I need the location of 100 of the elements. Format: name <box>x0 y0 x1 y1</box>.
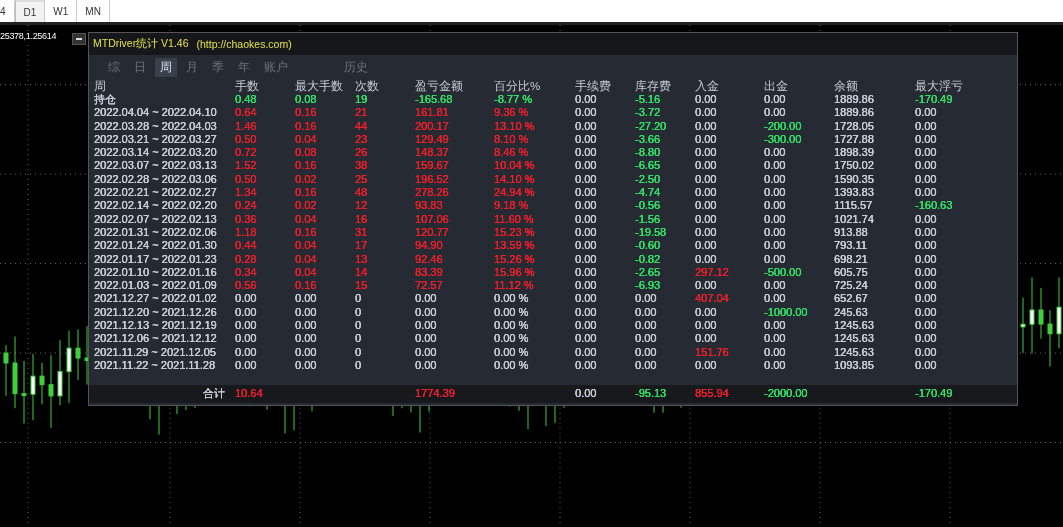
table-cell: 0.00 <box>695 305 717 320</box>
period-tab[interactable]: 季 <box>207 58 229 77</box>
table-cell: 0.34 <box>235 265 257 280</box>
timeframe-tab[interactable]: 4 <box>0 0 15 22</box>
table-cell: 0.48 <box>235 93 257 107</box>
table-cell: 1.52 <box>235 159 257 173</box>
table-cell: 107.06 <box>415 212 449 226</box>
period-tab[interactable]: 账户 <box>259 58 293 77</box>
table-cell: 0.08 <box>295 146 317 160</box>
table-cell: 1889.86 <box>834 93 874 107</box>
table-cell: 0.00 <box>695 146 717 160</box>
table-cell: 0.00 <box>635 292 657 306</box>
table-cell: 1245.63 <box>834 319 874 333</box>
table-cell: 0.00 <box>295 319 317 333</box>
table-cell: -0.82 <box>635 252 661 266</box>
table-cell: 0.00 <box>915 146 937 160</box>
table-cell: 0 <box>355 358 362 373</box>
period-tab[interactable]: 综 <box>103 58 125 77</box>
table-cell: 0.00 <box>235 319 257 333</box>
table-cell: 8.10 % <box>494 132 529 147</box>
table-cell: 0 <box>355 292 362 306</box>
table-cell: 0.04 <box>295 265 317 280</box>
table-cell: 0.50 <box>235 172 257 187</box>
table-cell: 38 <box>355 159 368 173</box>
table-cell: 0.00 <box>915 252 937 266</box>
table-cell: 0.16 <box>295 159 317 173</box>
table-cell: 0.00 <box>415 319 437 333</box>
period-cell: 2022.03.28 ~ 2022.04.03 <box>94 119 217 133</box>
table-cell: 120.77 <box>415 225 449 240</box>
table-cell: 1889.86 <box>834 106 874 120</box>
table-cell: 0.00 <box>575 252 597 266</box>
table-cell: 1.46 <box>235 119 257 133</box>
table-cell: 407.04 <box>695 292 729 306</box>
table-cell: 0.00 <box>295 345 317 359</box>
period-cell: 2022.01.24 ~ 2022.01.30 <box>94 239 217 253</box>
table-cell: 1021.74 <box>834 212 874 226</box>
table-cell: 0.00 <box>764 358 786 373</box>
table-cell: 0.16 <box>295 225 317 240</box>
table-cell: 17 <box>355 239 368 253</box>
table-cell: 0.00 <box>635 358 657 373</box>
table-cell: 72.57 <box>415 279 443 293</box>
period-tab[interactable]: 历史 <box>339 58 373 77</box>
table-cell: 11.60 % <box>494 212 534 226</box>
period-tab[interactable]: 日 <box>129 58 151 77</box>
period-cell: 2022.01.03 ~ 2022.01.09 <box>94 279 217 293</box>
column-header: 周 <box>94 80 107 93</box>
period-cell: 持仓 <box>94 93 116 107</box>
table-cell: 0.00 % <box>494 358 529 373</box>
table-cell: 0.00 <box>575 265 597 280</box>
table-cell: 0.00 <box>915 332 937 346</box>
period-cell: 2021.11.22 ~ 2021.11.28 <box>94 358 215 373</box>
table-cell: 0.00 <box>575 319 597 333</box>
table-cell: 0.00 <box>764 252 786 266</box>
table-cell: 0 <box>355 319 362 333</box>
table-cell: 0.00 <box>235 332 257 346</box>
table-cell: 26 <box>355 146 368 160</box>
period-cell: 2021.12.20 ~ 2021.12.26 <box>94 305 217 320</box>
table-cell: 605.75 <box>834 265 868 280</box>
table-cell: -170.49 <box>915 93 953 107</box>
table-cell: -6.65 <box>635 159 661 173</box>
minimize-button[interactable] <box>72 33 86 45</box>
table-cell: -1.56 <box>635 212 661 226</box>
table-cell: 0.00 <box>575 358 597 373</box>
table-cell: 0.00 <box>575 305 597 320</box>
table-cell: 15.96 % <box>494 265 535 280</box>
table-cell: 15.26 % <box>494 252 535 266</box>
table-cell: 0 <box>355 332 362 346</box>
table-cell: 93.83 <box>415 199 443 213</box>
period-tab[interactable]: 年 <box>233 58 255 77</box>
table-cell: 0.00 % <box>494 305 529 320</box>
table-cell: 0.16 <box>295 186 317 200</box>
table-cell: -2.50 <box>635 172 661 187</box>
table-cell: -0.60 <box>635 239 661 253</box>
column-header: 余额 <box>834 80 859 93</box>
table-cell: 0.00 % <box>494 319 529 333</box>
table-cell: 151.76 <box>695 345 729 359</box>
table-cell: 0.00 <box>575 212 597 226</box>
table-cell: 297.12 <box>695 265 729 280</box>
table-cell: 0.04 <box>295 252 317 266</box>
table-cell: 1750.02 <box>834 159 874 173</box>
table-cell: 0.02 <box>295 199 317 213</box>
column-header: 入金 <box>695 80 720 93</box>
table-cell: 25 <box>355 172 368 187</box>
table-cell: 10.04 % <box>494 159 535 173</box>
timeframe-tab[interactable]: D1 <box>14 0 46 22</box>
table-cell: 0.00 <box>915 239 937 253</box>
table-cell: -8.77 % <box>494 93 532 107</box>
table-cell: 1898.39 <box>834 146 874 160</box>
table-cell: 0.00 <box>415 305 437 320</box>
table-cell: 0.00 <box>695 279 717 293</box>
table-cell: 0.00 <box>575 186 597 200</box>
table-cell: 0.00 <box>764 159 786 173</box>
period-tab[interactable]: 月 <box>181 58 203 77</box>
total-cell: -170.49 <box>915 387 953 401</box>
period-cell: 2022.03.21 ~ 2022.03.27 <box>94 132 217 147</box>
period-tab[interactable]: 周 <box>155 58 177 77</box>
table-cell: 0.00 <box>915 172 937 187</box>
table-cell: 0.00 <box>575 132 597 147</box>
column-header: 百分比% <box>494 80 542 93</box>
column-header: 最大手数 <box>295 80 344 93</box>
